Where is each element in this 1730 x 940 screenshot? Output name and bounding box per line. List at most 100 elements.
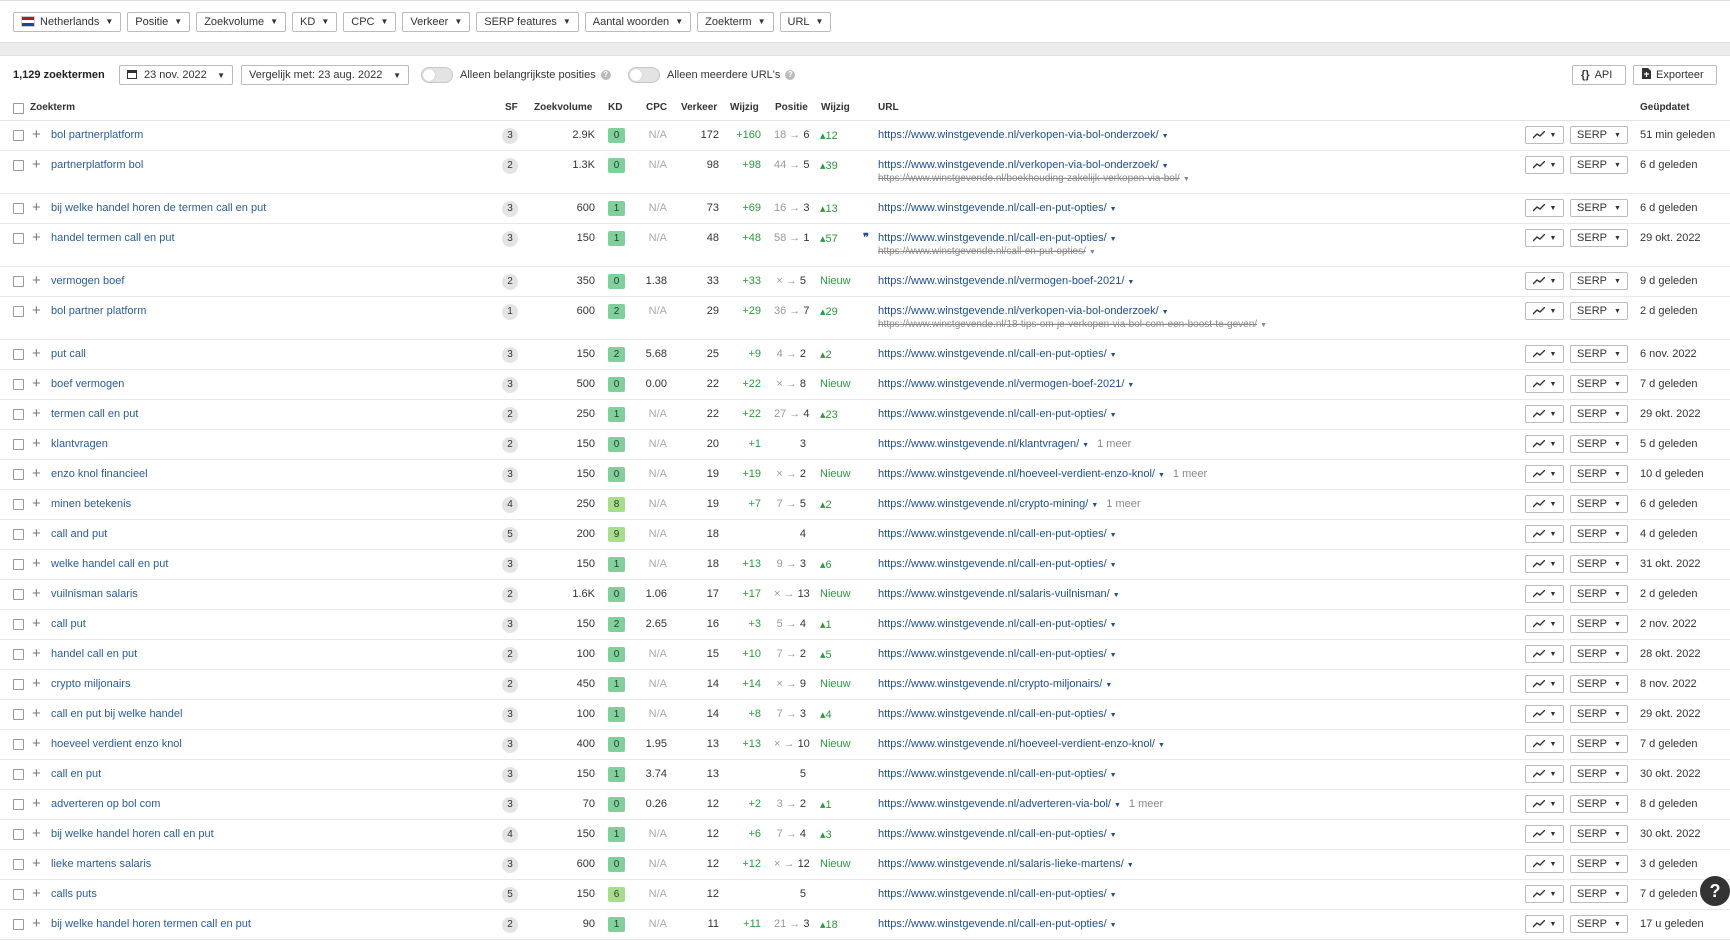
keyword-link[interactable]: minen betekenis <box>51 498 131 510</box>
col-updated[interactable]: Geüpdatet <box>1640 102 1689 113</box>
keyword-link[interactable]: boef vermogen <box>51 378 124 390</box>
serp-features-badge[interactable]: 2 <box>502 274 518 290</box>
keyword-link[interactable]: bij welke handel horen de termen call en… <box>51 202 266 214</box>
row-checkbox[interactable] <box>13 439 24 450</box>
col-position[interactable]: Positie <box>775 102 808 113</box>
position-history-button[interactable]: ▼ <box>1525 199 1564 217</box>
serp-features-badge[interactable]: 3 <box>502 201 518 217</box>
add-icon[interactable]: + <box>32 302 41 319</box>
filter-serp-features[interactable]: SERP features ▼ <box>476 11 579 32</box>
chevron-down-icon[interactable]: ▼ <box>1158 472 1165 479</box>
chevron-down-icon[interactable]: ▼ <box>1110 352 1117 359</box>
url-link[interactable]: https://www.winstgevende.nl/call-en-put-… <box>878 768 1117 780</box>
row-checkbox[interactable] <box>13 409 24 420</box>
serp-button[interactable]: SERP ▼ <box>1570 465 1628 483</box>
add-icon[interactable]: + <box>32 345 41 362</box>
url-link[interactable]: https://www.winstgevende.nl/crypto-miljo… <box>878 678 1112 690</box>
serp-features-badge[interactable]: 3 <box>502 347 518 363</box>
url-link[interactable]: https://www.winstgevende.nl/call-en-put-… <box>878 232 1117 244</box>
serp-features-badge[interactable]: 4 <box>502 497 518 513</box>
chevron-down-icon[interactable]: ▼ <box>1110 236 1117 243</box>
more-urls-link[interactable]: 1 meer <box>1106 498 1140 510</box>
chevron-down-icon[interactable]: ▼ <box>1110 532 1117 539</box>
keyword-link[interactable]: bol partner platform <box>51 305 146 317</box>
url-link[interactable]: https://www.winstgevende.nl/salaris-vuil… <box>878 588 1120 600</box>
row-checkbox[interactable] <box>13 349 24 360</box>
position-history-button[interactable]: ▼ <box>1525 735 1564 753</box>
url-link[interactable]: https://www.winstgevende.nl/call-en-put-… <box>878 918 1117 930</box>
url-link[interactable]: https://www.winstgevende.nl/verkopen-via… <box>878 305 1169 317</box>
chevron-down-icon[interactable]: ▼ <box>1260 322 1267 329</box>
serp-button[interactable]: SERP ▼ <box>1570 345 1628 363</box>
keyword-link[interactable]: call en put bij welke handel <box>51 708 182 720</box>
row-checkbox[interactable] <box>13 919 24 930</box>
keyword-link[interactable]: welke handel call en put <box>51 558 168 570</box>
chevron-down-icon[interactable]: ▼ <box>1113 592 1120 599</box>
row-checkbox[interactable] <box>13 619 24 630</box>
serp-features-badge[interactable]: 3 <box>502 617 518 633</box>
keyword-link[interactable]: klantvragen <box>51 438 108 450</box>
serp-button[interactable]: SERP ▼ <box>1570 795 1628 813</box>
serp-button[interactable]: SERP ▼ <box>1570 405 1628 423</box>
serp-button[interactable]: SERP ▼ <box>1570 615 1628 633</box>
serp-button[interactable]: SERP ▼ <box>1570 585 1628 603</box>
chevron-down-icon[interactable]: ▼ <box>1162 133 1169 140</box>
serp-features-badge[interactable]: 2 <box>502 647 518 663</box>
chevron-down-icon[interactable]: ▼ <box>1127 382 1134 389</box>
serp-features-badge[interactable]: 5 <box>502 527 518 543</box>
serp-features-badge[interactable]: 4 <box>502 827 518 843</box>
row-checkbox[interactable] <box>13 649 24 660</box>
serp-features-badge[interactable]: 3 <box>502 707 518 723</box>
keyword-link[interactable]: vuilnisman salaris <box>51 588 138 600</box>
add-icon[interactable]: + <box>32 855 41 872</box>
chevron-down-icon[interactable]: ▼ <box>1110 712 1117 719</box>
row-checkbox[interactable] <box>13 589 24 600</box>
keyword-link[interactable]: call en put <box>51 768 101 780</box>
serp-button[interactable]: SERP ▼ <box>1570 885 1628 903</box>
url-link[interactable]: https://www.winstgevende.nl/call-en-put-… <box>878 558 1117 570</box>
url-link[interactable]: https://www.winstgevende.nl/crypto-minin… <box>878 498 1141 510</box>
chevron-down-icon[interactable]: ▼ <box>1089 249 1096 256</box>
serp-features-badge[interactable]: 3 <box>502 737 518 753</box>
row-checkbox[interactable] <box>13 160 24 171</box>
col-url[interactable]: URL <box>878 102 899 113</box>
position-history-button[interactable]: ▼ <box>1525 705 1564 723</box>
filter-cpc[interactable]: CPC ▼ <box>343 11 397 32</box>
serp-features-badge[interactable]: 3 <box>502 128 518 144</box>
add-icon[interactable]: + <box>32 645 41 662</box>
serp-features-badge[interactable]: 3 <box>502 857 518 873</box>
serp-button[interactable]: SERP ▼ <box>1570 765 1628 783</box>
position-history-button[interactable]: ▼ <box>1525 525 1564 543</box>
more-urls-link[interactable]: 1 meer <box>1173 468 1207 480</box>
serp-features-badge[interactable]: 2 <box>502 917 518 933</box>
url-link[interactable]: https://www.winstgevende.nl/call-en-put-… <box>878 648 1117 660</box>
url-link[interactable]: https://www.winstgevende.nl/klantvragen/… <box>878 438 1131 450</box>
keyword-link[interactable]: call put <box>51 618 86 630</box>
add-icon[interactable]: + <box>32 735 41 752</box>
add-icon[interactable]: + <box>32 156 41 173</box>
chevron-down-icon[interactable]: ▼ <box>1114 802 1121 809</box>
position-history-button[interactable]: ▼ <box>1525 645 1564 663</box>
row-checkbox[interactable] <box>13 859 24 870</box>
select-all-checkbox[interactable] <box>13 103 24 114</box>
chevron-down-icon[interactable]: ▼ <box>1082 442 1089 449</box>
col-position-change[interactable]: Wijzig <box>821 102 850 113</box>
url-link[interactable]: https://www.winstgevende.nl/hoeveel-verd… <box>878 738 1165 750</box>
chevron-down-icon[interactable]: ▼ <box>1110 206 1117 213</box>
serp-features-badge[interactable]: 2 <box>502 407 518 423</box>
row-checkbox[interactable] <box>13 130 24 141</box>
serp-button[interactable]: SERP ▼ <box>1570 735 1628 753</box>
add-icon[interactable]: + <box>32 555 41 572</box>
position-history-button[interactable]: ▼ <box>1525 555 1564 573</box>
chevron-down-icon[interactable]: ▼ <box>1110 832 1117 839</box>
row-checkbox[interactable] <box>13 559 24 570</box>
keyword-link[interactable]: termen call en put <box>51 408 138 420</box>
chevron-down-icon[interactable]: ▼ <box>1127 862 1134 869</box>
serp-button[interactable]: SERP ▼ <box>1570 705 1628 723</box>
col-kd[interactable]: KD <box>608 102 622 113</box>
col-traffic-change[interactable]: Wijzig <box>730 102 759 113</box>
url-link[interactable]: https://www.winstgevende.nl/call-en-put-… <box>878 202 1117 214</box>
keyword-link[interactable]: vermogen boef <box>51 275 124 287</box>
add-icon[interactable]: + <box>32 272 41 289</box>
add-icon[interactable]: + <box>32 375 41 392</box>
